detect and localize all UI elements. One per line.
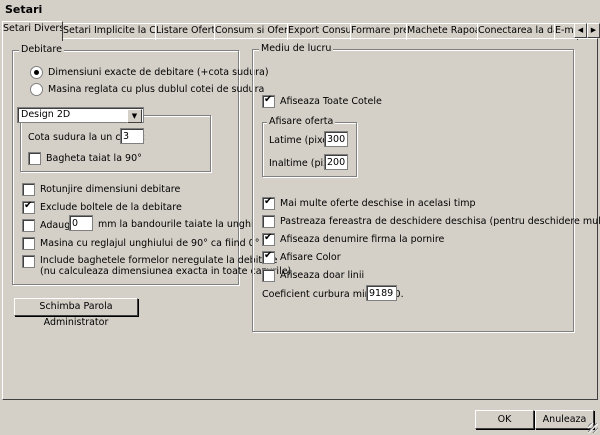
cota-sudura-input[interactable]: 3 bbox=[120, 128, 144, 144]
checkbox-include-baghete[interactable]: Include baghetele formelor neregulate la… bbox=[22, 255, 291, 277]
checkbox[interactable] bbox=[28, 152, 41, 165]
checkbox-denumire-firma-label: Afiseaza denumire firma la pornire bbox=[280, 234, 445, 245]
checkbox[interactable] bbox=[262, 215, 275, 228]
tab-scroll-right-icon[interactable]: ▶ bbox=[587, 23, 600, 38]
tab-scroll-left-icon[interactable]: ◀ bbox=[574, 23, 587, 38]
adauga-suffix-label: mm la bandourile taiate la unghi bbox=[98, 219, 254, 230]
adauga-suffix-row: mm la bandourile taiate la unghi bbox=[98, 219, 254, 230]
checkbox-exclude-boltele[interactable]: Exclude boltele de la debitare bbox=[22, 200, 182, 214]
checkbox-denumire-firma[interactable]: Afiseaza denumire firma la pornire bbox=[262, 232, 445, 246]
radio-dimensiuni-exacte-label: Dimensiuni exacte de debitare (+cota sud… bbox=[48, 67, 269, 78]
checkbox-masina-reglaj-label: Masina cu reglajul unghiului de 90° ca f… bbox=[40, 238, 260, 249]
checkbox[interactable] bbox=[22, 255, 35, 268]
checkbox-checked[interactable] bbox=[22, 200, 35, 214]
tab-strip: Setari Diverse Setari Implicite la Crear… bbox=[0, 20, 600, 41]
checkbox[interactable] bbox=[22, 219, 35, 232]
checkbox-rotunjire-label: Rotunjire dimensiuni debitare bbox=[40, 184, 181, 195]
checkbox-rotunjire[interactable]: Rotunjire dimensiuni debitare bbox=[22, 183, 180, 196]
checkbox-bagheta-90[interactable]: Bagheta taiat la 90° bbox=[28, 152, 142, 165]
tab-setari-diverse[interactable]: Setari Diverse bbox=[2, 21, 63, 41]
checkbox-pastreaza-fereastra-label: Pastreaza fereastra de deschidere deschi… bbox=[280, 216, 600, 227]
checkbox[interactable] bbox=[262, 269, 275, 282]
checkbox-checked[interactable] bbox=[262, 196, 275, 210]
radio-masina-reglata-label: Masina reglata cu plus dublul cotei de s… bbox=[48, 84, 265, 95]
chevron-down-icon[interactable]: ▼ bbox=[127, 109, 142, 123]
resize-grip-icon[interactable] bbox=[588, 423, 598, 433]
checkbox[interactable] bbox=[22, 237, 35, 250]
design-select[interactable]: Design 2D ▼ bbox=[17, 107, 144, 123]
checkbox-afisare-color[interactable]: Afisare Color bbox=[262, 250, 341, 264]
coeficient-input[interactable]: 9189 bbox=[366, 285, 397, 301]
debitare-group-title: Debitare bbox=[19, 44, 64, 55]
checkbox-adauga[interactable]: Adauga bbox=[22, 219, 76, 232]
checkbox-bagheta-90-label: Bagheta taiat la 90° bbox=[46, 153, 142, 164]
afisare-oferta-title: Afisare oferta bbox=[267, 116, 336, 127]
ok-button[interactable]: OK bbox=[475, 410, 534, 429]
mediu-lucru-group-title: Mediu de lucru bbox=[259, 43, 334, 54]
radio-button[interactable] bbox=[30, 83, 43, 96]
checkbox-afisare-color-label: Afisare Color bbox=[280, 252, 341, 263]
checkbox-doar-linii[interactable]: Afiseaza doar linii bbox=[262, 269, 364, 282]
checkbox-afiseaza-cote[interactable]: Afiseaza Toate Cotele bbox=[262, 94, 382, 108]
checkbox-checked[interactable] bbox=[262, 94, 275, 108]
checkbox-masina-reglaj[interactable]: Masina cu reglajul unghiului de 90° ca f… bbox=[22, 237, 259, 250]
radio-dimensiuni-exacte[interactable]: Dimensiuni exacte de debitare (+cota sud… bbox=[30, 66, 269, 79]
window-title: Setari bbox=[5, 3, 43, 16]
checkbox-afiseaza-cote-label: Afiseaza Toate Cotele bbox=[280, 96, 382, 107]
window-titlebar: Setari bbox=[0, 0, 600, 20]
radio-masina-reglata[interactable]: Masina reglata cu plus dublul cotei de s… bbox=[30, 83, 264, 96]
checkbox-doar-linii-label: Afiseaza doar linii bbox=[280, 270, 365, 281]
change-admin-password-button[interactable]: Schimba Parola Administrator bbox=[14, 298, 138, 328]
design-select-value: Design 2D bbox=[21, 109, 71, 120]
checkbox-checked[interactable] bbox=[262, 232, 275, 246]
adauga-mm-input[interactable]: 0 bbox=[69, 215, 93, 231]
checkbox-pastreaza-fereastra[interactable]: Pastreaza fereastra de deschidere deschi… bbox=[262, 215, 600, 228]
radio-button-checked[interactable] bbox=[30, 66, 43, 79]
checkbox-exclude-boltele-label: Exclude boltele de la debitare bbox=[40, 202, 182, 213]
checkbox-checked[interactable] bbox=[262, 250, 275, 264]
inaltime-input[interactable]: 200 bbox=[324, 154, 348, 170]
checkbox-mai-multe-oferte-label: Mai multe oferte deschise in acelasi tim… bbox=[280, 198, 476, 209]
latime-input[interactable]: 300 bbox=[324, 131, 348, 147]
checkbox[interactable] bbox=[22, 183, 35, 196]
cancel-button[interactable]: Anuleaza bbox=[535, 410, 594, 429]
checkbox-mai-multe-oferte[interactable]: Mai multe oferte deschise in acelasi tim… bbox=[262, 196, 476, 210]
